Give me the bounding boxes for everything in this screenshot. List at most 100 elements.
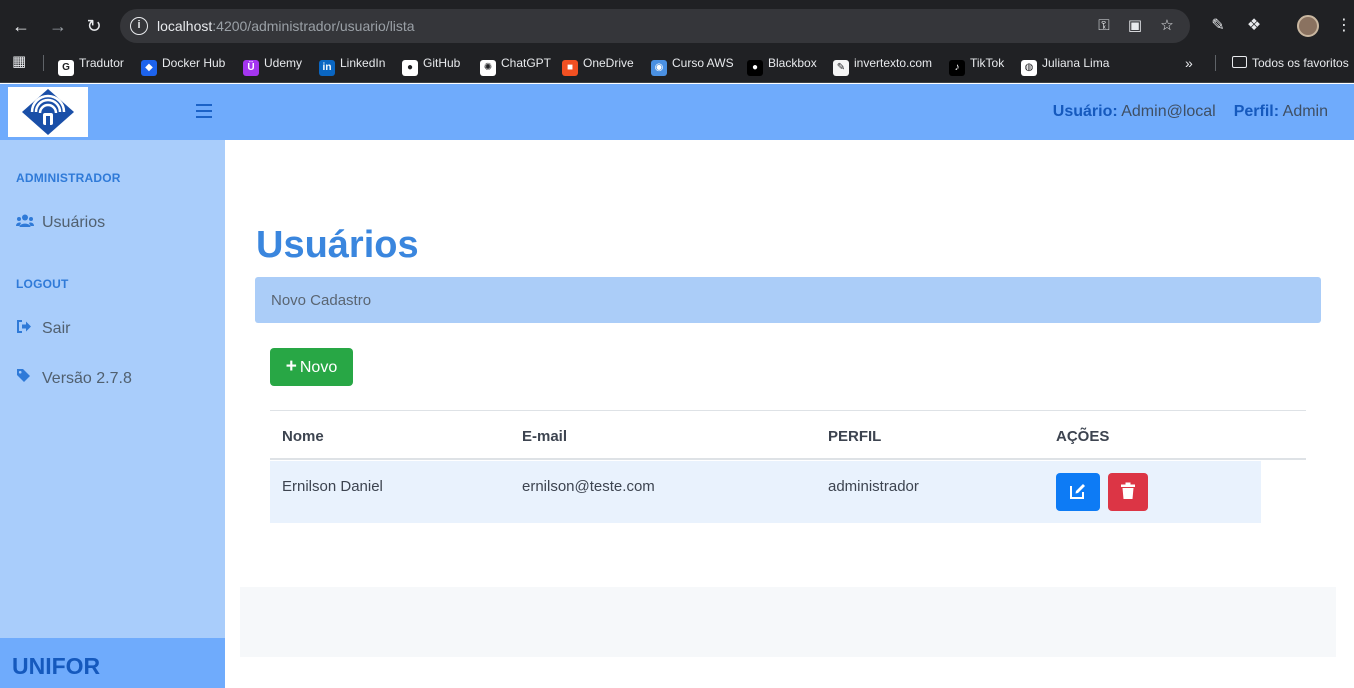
logo[interactable] xyxy=(8,87,88,137)
column-header-email[interactable]: E-mail xyxy=(522,428,567,445)
aws-icon: ◉ xyxy=(651,60,667,76)
bookmark-label: Docker Hub xyxy=(162,56,226,70)
tiktok-icon: ♪ xyxy=(949,60,965,76)
bookmark-label: LinkedIn xyxy=(340,56,386,70)
sidebar-item-label: Versão 2.7.8 xyxy=(42,370,132,387)
edit-icon xyxy=(1070,483,1085,499)
users-icon xyxy=(16,214,36,230)
bookmark-chatgpt[interactable]: ✺ ChatGPT xyxy=(480,54,552,76)
all-bookmarks-label: Todos os favoritos xyxy=(1252,56,1349,70)
all-bookmarks-folder[interactable]: Todos os favoritos xyxy=(1232,54,1349,72)
profile-label: Perfil: xyxy=(1233,103,1280,120)
forward-icon[interactable]: → xyxy=(46,14,70,38)
cell-nome: Ernilson Daniel xyxy=(282,478,383,495)
delete-button[interactable] xyxy=(1108,473,1148,511)
breadcrumb: Novo Cadastro xyxy=(255,277,1321,323)
bookmarks-divider xyxy=(43,55,44,71)
sidebar-item-versao[interactable]: Versão 2.7.8 xyxy=(16,368,132,388)
brand-text: UNIFOR xyxy=(12,653,101,679)
column-header-perfil[interactable]: PERFIL xyxy=(828,428,881,445)
bookmark-curso-aws[interactable]: ◉ Curso AWS xyxy=(651,54,734,76)
bookmark-label: OneDrive xyxy=(583,56,634,70)
sidebar-item-label: Usuários xyxy=(42,214,106,231)
page-title: Usuários xyxy=(256,224,419,266)
table-header: Nome E-mail PERFIL AÇÕES xyxy=(270,410,1306,460)
sign-out-icon xyxy=(16,320,36,336)
sidebar: ADMINISTRADOR Usuários LOGOUT Sair Versã… xyxy=(0,140,225,688)
globe-icon: ◍ xyxy=(1021,60,1037,76)
docker-icon: ◆ xyxy=(141,60,157,76)
reload-icon[interactable]: ↻ xyxy=(82,14,106,38)
plus-icon: + xyxy=(285,356,297,377)
bookmark-github[interactable]: ● GitHub xyxy=(402,54,461,76)
sidebar-item-usuarios[interactable]: Usuários xyxy=(16,214,105,232)
chatgpt-icon: ✺ xyxy=(480,60,496,76)
column-header-acoes: AÇÕES xyxy=(1056,428,1110,445)
bookmark-onedrive[interactable]: ■ OneDrive xyxy=(562,54,634,76)
sidebar-section-logout: LOGOUT xyxy=(16,277,69,291)
bookmark-tiktok[interactable]: ♪ TikTok xyxy=(949,54,1005,76)
cell-perfil: administrador xyxy=(828,478,919,495)
bookmarks-divider-right xyxy=(1215,55,1216,71)
github-icon: ● xyxy=(402,60,418,76)
menu-dots-icon[interactable]: ⋮ xyxy=(1332,14,1354,38)
bookmark-label: Blackbox xyxy=(768,56,817,70)
url-host: localhost xyxy=(157,18,213,34)
url-text[interactable]: localhost:4200/administrador/usuario/lis… xyxy=(157,18,415,34)
user-info: Usuário: Admin@local Perfil: Admin xyxy=(1053,103,1328,121)
password-key-icon[interactable]: ⚿ xyxy=(1094,16,1114,36)
bookmark-invertexto-com[interactable]: ✎ invertexto.com xyxy=(833,54,933,76)
bookmark-label: Curso AWS xyxy=(672,56,734,70)
menu-toggle-icon[interactable] xyxy=(196,104,212,118)
bookmark-label: GitHub xyxy=(423,56,461,70)
linkedin-icon: in xyxy=(319,60,335,76)
bookmark-label: ChatGPT xyxy=(501,56,552,70)
bookmark-label: TikTok xyxy=(970,56,1005,70)
column-header-nome[interactable]: Nome xyxy=(282,428,324,445)
trash-icon xyxy=(1121,482,1135,499)
blackbox-icon: ● xyxy=(747,60,763,76)
bookmark-label: Udemy xyxy=(264,56,303,70)
back-icon[interactable]: ← xyxy=(9,14,33,38)
table-row: Ernilson Daniel ernilson@teste.com admin… xyxy=(270,461,1261,523)
more-bookmarks-icon[interactable]: » xyxy=(1185,54,1193,72)
bookmark-linkedin[interactable]: in LinkedIn xyxy=(319,54,386,76)
new-button-label: Novo xyxy=(299,359,338,376)
microsoft-icon: ■ xyxy=(562,60,578,76)
sidebar-section-admin: ADMINISTRADOR xyxy=(16,171,121,185)
bookmark-blackbox[interactable]: ● Blackbox xyxy=(747,54,817,76)
site-info-icon[interactable]: i xyxy=(130,17,148,35)
url-path: :4200/administrador/usuario/lista xyxy=(212,18,415,34)
star-icon[interactable]: ☆ xyxy=(1157,16,1177,36)
cell-email: ernilson@teste.com xyxy=(522,478,655,495)
bookmark-udemy[interactable]: Ü Udemy xyxy=(243,54,303,76)
pen-icon[interactable]: ✎ xyxy=(1206,14,1230,38)
user-value: Admin@local xyxy=(1121,103,1216,120)
translate-icon[interactable]: ▣ xyxy=(1125,16,1145,36)
edit-button[interactable] xyxy=(1056,473,1100,511)
folder-icon xyxy=(1232,56,1247,68)
sidebar-item-sair[interactable]: Sair xyxy=(16,320,70,338)
bookmarks-bar: ▦ G Tradutor ◆ Docker Hub Ü Udemy in LinkedIn ● G… xyxy=(0,43,1354,83)
breadcrumb-text: Novo Cadastro xyxy=(271,292,372,309)
bookmark-tradutor[interactable]: G Tradutor xyxy=(58,54,124,76)
bookmark-label: Tradutor xyxy=(79,56,124,70)
bookmark-label: invertexto.com xyxy=(854,56,933,70)
sidebar-item-label: Sair xyxy=(42,320,71,337)
bookmark-juliana-lima[interactable]: ◍ Juliana Lima xyxy=(1021,54,1110,76)
google-icon: G xyxy=(58,60,74,76)
address-bar[interactable]: i localhost:4200/administrador/usuario/l… xyxy=(120,9,1190,43)
user-label: Usuário: xyxy=(1052,103,1118,120)
app-header: Usuário: Admin@local Perfil: Admin xyxy=(0,84,1354,140)
udemy-icon: Ü xyxy=(243,60,259,76)
sidebar-brand: UNIFOR xyxy=(0,638,225,688)
apps-grid-icon[interactable]: ▦ xyxy=(12,53,26,71)
unifor-logo-icon xyxy=(22,89,74,135)
bookmark-label: Juliana Lima xyxy=(1042,56,1110,70)
profile-value: Admin xyxy=(1282,103,1328,120)
extensions-icon[interactable]: ❖ xyxy=(1242,14,1266,38)
new-user-button[interactable]: + Novo xyxy=(270,348,353,386)
bookmark-docker-hub[interactable]: ◆ Docker Hub xyxy=(141,54,226,76)
page-footer xyxy=(240,587,1336,657)
profile-avatar-icon[interactable] xyxy=(1297,15,1319,37)
